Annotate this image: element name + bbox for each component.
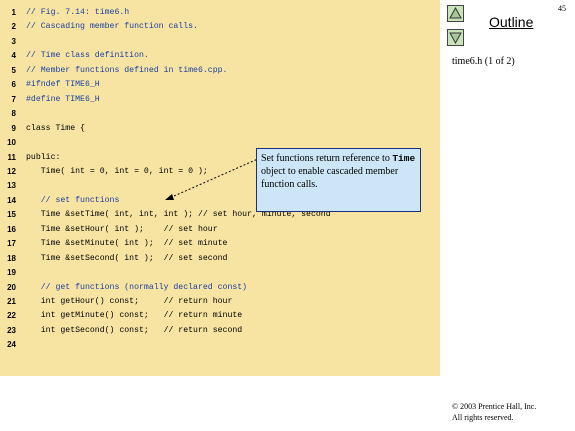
callout-text-2: object to enable cascaded member functio… [261,166,399,190]
previous-slide-button[interactable] [447,5,464,22]
file-label: time6.h (1 of 2) [452,56,515,67]
callout-box: Set functions return reference to Time o… [256,148,421,212]
slide-number: 45 [558,4,566,13]
callout-text-1: Set functions return reference to [261,153,393,164]
copyright-notice: © 2003 Prentice Hall, Inc. All rights re… [452,401,536,423]
triangle-up-icon [449,6,462,19]
triangle-down-icon [449,32,462,45]
copyright-line-1: © 2003 Prentice Hall, Inc. [452,402,537,411]
outline-link[interactable]: Outline [489,14,533,30]
copyright-line-2: All rights reserved. [452,413,514,422]
next-slide-button[interactable] [447,29,464,46]
callout-code: Time [392,153,416,164]
